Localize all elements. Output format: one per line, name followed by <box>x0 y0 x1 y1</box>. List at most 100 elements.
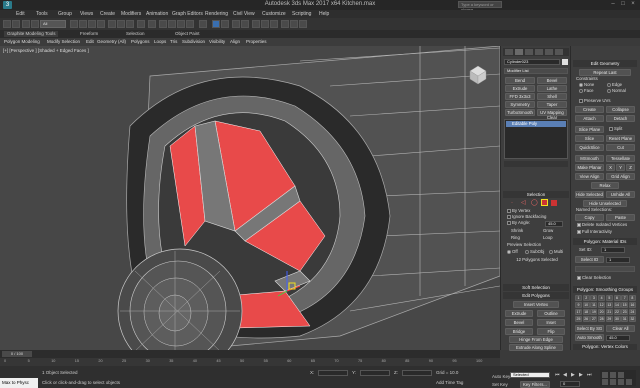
preview-off-radio[interactable]: Off <box>507 249 518 255</box>
mirror-icon[interactable] <box>212 20 220 28</box>
smoothing-group-button[interactable]: 17 <box>575 309 582 315</box>
render-production-icon[interactable] <box>299 20 307 28</box>
edit-named-selection-icon[interactable] <box>199 20 207 28</box>
auto-smooth-field[interactable]: 45.0 <box>606 335 630 341</box>
layer-explorer-icon[interactable] <box>232 20 240 28</box>
selection-rollout-header[interactable]: Selection <box>503 191 569 198</box>
ribbon-polygons[interactable]: Polygons <box>131 38 150 46</box>
display-tab-icon[interactable] <box>545 49 553 55</box>
set-id-field[interactable]: 1 <box>601 247 625 253</box>
time-slider[interactable]: 0 / 100 <box>0 350 500 358</box>
edit-geometry-header[interactable]: Edit Geometry <box>573 60 637 67</box>
smoothing-group-button[interactable]: 9 <box>575 302 582 308</box>
ribbon-subdivision[interactable]: Subdivision <box>182 38 205 46</box>
link-icon[interactable] <box>22 20 30 28</box>
planar-x-button[interactable]: X <box>606 164 615 171</box>
modifier-stack[interactable]: Editable Poly <box>504 119 568 159</box>
maxscript-listener[interactable]: Max to Physc <box>0 378 38 388</box>
bridge-button[interactable]: Bridge <box>505 328 533 335</box>
repeat-last-button[interactable]: Repeat Last <box>579 69 631 76</box>
go-to-start-icon[interactable]: ⏮ <box>555 372 562 379</box>
smoothing-group-button[interactable]: 2 <box>582 295 590 301</box>
bevel-button[interactable]: Bevel <box>537 77 567 84</box>
next-frame-icon[interactable]: ▶ <box>579 372 586 379</box>
attach-button[interactable]: Attach <box>575 115 604 122</box>
smoothing-group-button[interactable]: 28 <box>598 316 606 322</box>
zoom-icon[interactable] <box>602 372 608 378</box>
smoothing-group-button[interactable]: 1 <box>575 295 582 301</box>
move-icon[interactable] <box>108 20 116 28</box>
msmooth-button[interactable]: MSmooth <box>575 155 604 162</box>
ribbon-modify-selection[interactable]: Modify Selection <box>47 38 80 46</box>
smoothing-group-button[interactable]: 18 <box>582 309 590 315</box>
spinner-snap-icon[interactable] <box>186 20 194 28</box>
smoothing-group-button[interactable]: 26 <box>582 316 590 322</box>
modify-tab-icon[interactable] <box>515 49 523 55</box>
copy-button[interactable]: Copy <box>575 214 604 221</box>
smoothing-group-button[interactable]: 11 <box>590 302 598 308</box>
ring-button[interactable]: Ring <box>511 235 520 241</box>
object-color-swatch[interactable] <box>562 59 568 65</box>
smoothing-group-button[interactable]: 25 <box>575 316 582 322</box>
view-align-button[interactable]: View Align <box>575 173 604 180</box>
create-button[interactable]: Create <box>575 106 604 113</box>
smoothing-group-button[interactable]: 21 <box>605 309 613 315</box>
smoothing-group-button[interactable]: 30 <box>613 316 621 322</box>
tessellate-button[interactable]: Tessellate <box>606 155 635 162</box>
select-id-button[interactable]: Select ID <box>575 256 604 263</box>
graphite-toggle-icon[interactable] <box>241 20 249 28</box>
menu-modifiers[interactable]: Modifiers <box>121 10 141 18</box>
material-editor-icon[interactable] <box>270 20 278 28</box>
snaps-toggle-icon[interactable] <box>159 20 167 28</box>
tab-freeform[interactable]: Freeform <box>80 31 98 37</box>
smoothing-group-button[interactable]: 29 <box>605 316 613 322</box>
stack-item-editable-poly[interactable]: Editable Poly <box>506 121 566 127</box>
symmetry-button[interactable]: Symmetry <box>505 101 535 108</box>
smoothing-group-button[interactable]: 27 <box>590 316 598 322</box>
window-crossing-icon[interactable] <box>97 20 105 28</box>
planar-y-button[interactable]: Y <box>616 164 625 171</box>
smoothing-group-button[interactable]: 6 <box>613 295 621 301</box>
shell-button[interactable]: Shell <box>537 93 567 100</box>
slice-button[interactable]: Slice <box>575 135 604 142</box>
slice-plane-button[interactable]: Slice Plane <box>575 126 604 133</box>
relax-button[interactable]: Relax <box>591 182 619 189</box>
clear-all-button[interactable]: Clear All <box>606 325 635 332</box>
rect-selection-icon[interactable] <box>88 20 96 28</box>
percent-snap-icon[interactable] <box>177 20 185 28</box>
menu-customize[interactable]: Customize <box>262 10 286 18</box>
zoom-extents-icon[interactable] <box>618 372 624 378</box>
insert-vertex-button[interactable]: Insert Vertex <box>513 301 559 308</box>
smoothing-group-button[interactable]: 31 <box>621 316 629 322</box>
auto-smooth-button[interactable]: Auto Smooth <box>575 334 604 341</box>
align-icon[interactable] <box>221 20 229 28</box>
scale-icon[interactable] <box>126 20 134 28</box>
menu-views[interactable]: Views <box>80 10 93 18</box>
z-coord-field[interactable] <box>402 370 432 376</box>
minimize-icon[interactable]: – <box>608 1 618 8</box>
add-time-tag[interactable]: Add Time Tag <box>436 380 463 385</box>
fov-icon[interactable] <box>602 379 608 385</box>
by-angle-option[interactable]: By Angle: <box>507 220 530 226</box>
ribbon-align[interactable]: Align <box>230 38 240 46</box>
menu-group[interactable]: Group <box>58 10 72 18</box>
reset-plane-button[interactable]: Reset Plane <box>606 135 635 142</box>
key-mode-dropdown[interactable]: Selected <box>510 372 550 378</box>
flip-button[interactable]: Flip <box>537 328 565 335</box>
taper-button[interactable]: Taper <box>537 101 567 108</box>
bend-button[interactable]: Bend <box>505 77 535 84</box>
tab-graphite-modeling-tools[interactable]: Graphite Modeling Tools <box>4 31 59 37</box>
menu-help[interactable]: Help <box>319 10 329 18</box>
material-ids-header[interactable]: Polygon: Material IDs <box>573 238 637 245</box>
angle-snap-icon[interactable] <box>168 20 176 28</box>
menu-scripting[interactable]: Scripting <box>292 10 311 18</box>
hide-unselected-button[interactable]: Hide Unselected <box>583 200 627 207</box>
angle-field[interactable]: 45.0 <box>545 221 563 227</box>
menu-tools[interactable]: Tools <box>36 10 48 18</box>
split-option[interactable]: Split <box>609 126 622 132</box>
planar-z-button[interactable]: Z <box>626 164 635 171</box>
ribbon-visibility[interactable]: Visibility <box>209 38 225 46</box>
current-frame-field[interactable]: 0 <box>560 381 580 387</box>
ribbon-tris[interactable]: Tris <box>170 38 177 46</box>
play-icon[interactable]: ▶ <box>571 372 578 379</box>
